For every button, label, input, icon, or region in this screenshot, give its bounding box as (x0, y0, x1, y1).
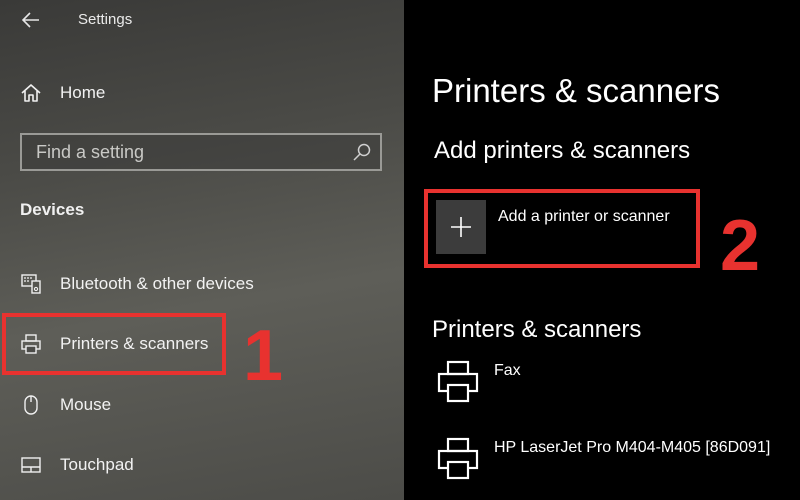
mouse-icon (20, 394, 42, 416)
content-pane: Printers & scanners Add printers & scann… (404, 0, 800, 500)
back-arrow-icon (22, 12, 39, 28)
nav-item-printers[interactable]: Printers & scanners (0, 324, 404, 364)
search-icon[interactable] (352, 142, 372, 162)
window-title: Settings (78, 11, 133, 28)
printer-icon (437, 437, 479, 480)
section-heading-devices: Devices (20, 200, 85, 219)
bluetooth-devices-icon (20, 273, 42, 295)
printer-icon (437, 360, 479, 403)
step-number-2: 2 (720, 206, 761, 286)
add-printer-label[interactable]: Add a printer or scanner (498, 208, 670, 226)
page-title: Printers & scanners (432, 72, 720, 109)
nav-item-touchpad[interactable]: Touchpad (0, 445, 404, 485)
printer-list-item-fax[interactable]: Fax (432, 360, 792, 410)
nav-item-bluetooth-label: Bluetooth & other devices (60, 274, 254, 293)
printer-icon (20, 333, 42, 355)
nav-item-home[interactable]: Home (0, 73, 404, 113)
nav-item-printers-label: Printers & scanners (60, 334, 209, 353)
nav-item-touchpad-label: Touchpad (60, 455, 134, 474)
printer-name: HP LaserJet Pro M404-M405 [86D091] (494, 439, 771, 456)
add-section-heading: Add printers & scanners (434, 137, 691, 164)
nav-item-mouse-label: Mouse (60, 395, 112, 414)
nav-item-home-label: Home (60, 83, 106, 102)
nav-item-bluetooth[interactable]: Bluetooth & other devices (0, 264, 404, 304)
search-input[interactable] (22, 135, 342, 169)
add-printer-button[interactable] (436, 200, 486, 254)
printer-list-item-hp[interactable]: HP LaserJet Pro M404-M405 [86D091] (432, 437, 792, 487)
printer-name: Fax (494, 362, 521, 379)
back-button[interactable] (16, 6, 46, 34)
plus-icon (451, 217, 471, 237)
home-icon (20, 82, 42, 104)
search-box[interactable] (20, 133, 382, 171)
settings-nav-pane: Settings Home Devices Bluetooth & other … (0, 0, 404, 500)
printer-list-heading: Printers & scanners (432, 316, 642, 343)
touchpad-icon (20, 454, 42, 476)
step-number-1: 1 (243, 316, 284, 396)
nav-item-mouse[interactable]: Mouse (0, 385, 404, 425)
